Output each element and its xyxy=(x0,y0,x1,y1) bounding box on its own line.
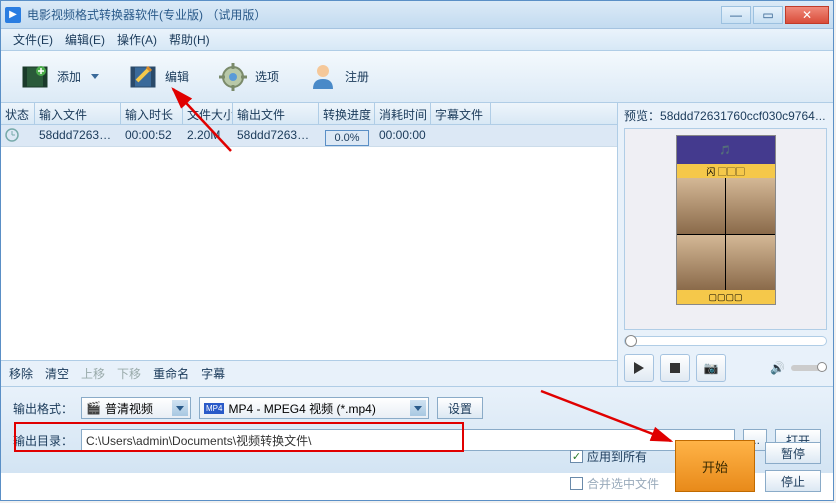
settings-button[interactable]: 设置 xyxy=(437,397,483,419)
maximize-button[interactable]: ▭ xyxy=(753,6,783,24)
remove-button[interactable]: 移除 xyxy=(9,365,33,382)
col-progress[interactable]: 转换进度 xyxy=(319,103,375,124)
options-button[interactable]: 选项 xyxy=(209,57,287,97)
preview-video[interactable]: 🎵 闪 ▢▢▢ ▢▢▢▢ xyxy=(624,128,827,330)
format-label: 输出格式： xyxy=(13,400,73,417)
stop-icon xyxy=(670,363,680,373)
minimize-button[interactable]: — xyxy=(721,6,751,24)
merge-check[interactable]: 合并选中文件 xyxy=(570,475,659,492)
add-film-icon xyxy=(19,61,51,93)
col-size[interactable]: 文件大小 xyxy=(183,103,233,124)
col-input[interactable]: 输入文件 xyxy=(35,103,121,124)
menu-action[interactable]: 操作(A) xyxy=(111,29,163,50)
cell-output: 58ddd726317... xyxy=(233,125,319,146)
col-elapsed[interactable]: 消耗时间 xyxy=(375,103,431,124)
add-button[interactable]: 添加 xyxy=(11,57,107,97)
titlebar: ▶ 电影视频格式转换器软件(专业版) （试用版） — ▭ ✕ xyxy=(1,1,833,29)
snapshot-button[interactable]: 📷 xyxy=(696,354,726,382)
edit-label: 编辑 xyxy=(165,68,189,85)
play-button[interactable] xyxy=(624,354,654,382)
register-button[interactable]: 注册 xyxy=(299,57,377,97)
cell-input: 58ddd726317... xyxy=(35,125,121,146)
table-row[interactable]: 58ddd726317... 00:00:52 2.20M 58ddd72631… xyxy=(1,125,617,147)
stop-conv-button[interactable]: 停止 xyxy=(765,470,821,492)
preview-panel: 预览：58ddd72631760ccf030c97648a176... 🎵 闪 … xyxy=(618,103,833,386)
clear-button[interactable]: 清空 xyxy=(45,365,69,382)
user-icon xyxy=(307,61,339,93)
movedown-button[interactable]: 下移 xyxy=(117,365,141,382)
speaker-icon[interactable]: 🔊 xyxy=(770,361,785,375)
menu-edit[interactable]: 编辑(E) xyxy=(59,29,111,50)
register-label: 注册 xyxy=(345,68,369,85)
camera-icon: 📷 xyxy=(704,361,719,375)
gear-icon xyxy=(217,61,249,93)
dropdown-icon xyxy=(91,74,99,79)
toolbar: 添加 编辑 选项 注册 xyxy=(1,51,833,103)
list-actions: 移除 清空 上移 下移 重命名 字幕 xyxy=(1,360,617,386)
subtitle-button[interactable]: 字幕 xyxy=(201,365,225,382)
cell-elapsed: 00:00:00 xyxy=(375,125,431,146)
play-icon xyxy=(634,362,644,374)
film-icon: 🎬 xyxy=(86,401,101,415)
seek-thumb[interactable] xyxy=(625,335,637,347)
edit-button[interactable]: 编辑 xyxy=(119,57,197,97)
app-icon: ▶ xyxy=(5,7,21,23)
cell-duration: 00:00:52 xyxy=(121,125,183,146)
moveup-button[interactable]: 上移 xyxy=(81,365,105,382)
pause-button[interactable]: 暂停 xyxy=(765,442,821,464)
col-output[interactable]: 输出文件 xyxy=(233,103,319,124)
menubar: 文件(E) 编辑(E) 操作(A) 帮助(H) xyxy=(1,29,833,51)
category-combo[interactable]: 🎬 普清视频 xyxy=(81,397,191,419)
preview-title: 预览：58ddd72631760ccf030c97648a176... xyxy=(624,107,827,124)
format-combo[interactable]: MP4 MP4 - MPEG4 视频 (*.mp4) xyxy=(199,397,429,419)
window-title: 电影视频格式转换器软件(专业版) （试用版） xyxy=(27,6,721,23)
seek-bar[interactable] xyxy=(624,336,827,346)
rename-button[interactable]: 重命名 xyxy=(153,365,189,382)
status-icon xyxy=(1,125,35,146)
cell-subtitle xyxy=(431,125,491,146)
close-button[interactable]: ✕ xyxy=(785,6,829,24)
file-list: 状态 输入文件 输入时长 文件大小 输出文件 转换进度 消耗时间 字幕文件 58… xyxy=(1,103,618,386)
volume-slider[interactable] xyxy=(791,365,827,371)
options-label: 选项 xyxy=(255,68,279,85)
mp4-icon: MP4 xyxy=(204,403,224,414)
dir-label: 输出目录： xyxy=(13,432,73,449)
menu-file[interactable]: 文件(E) xyxy=(7,29,59,50)
start-button[interactable]: 开始 xyxy=(675,440,755,492)
checkbox-icon xyxy=(570,477,583,490)
col-status[interactable]: 状态 xyxy=(1,103,35,124)
cell-size: 2.20M xyxy=(183,125,233,146)
checkbox-icon xyxy=(570,450,583,463)
edit-film-icon xyxy=(127,61,159,93)
cell-progress: 0.0% xyxy=(319,125,375,146)
apply-all-check[interactable]: 应用到所有 xyxy=(570,448,659,465)
stop-button[interactable] xyxy=(660,354,690,382)
col-subtitle[interactable]: 字幕文件 xyxy=(431,103,491,124)
col-duration[interactable]: 输入时长 xyxy=(121,103,183,124)
list-header: 状态 输入文件 输入时长 文件大小 输出文件 转换进度 消耗时间 字幕文件 xyxy=(1,103,617,125)
menu-help[interactable]: 帮助(H) xyxy=(163,29,216,50)
add-label: 添加 xyxy=(57,68,81,85)
volume-thumb[interactable] xyxy=(817,362,827,372)
